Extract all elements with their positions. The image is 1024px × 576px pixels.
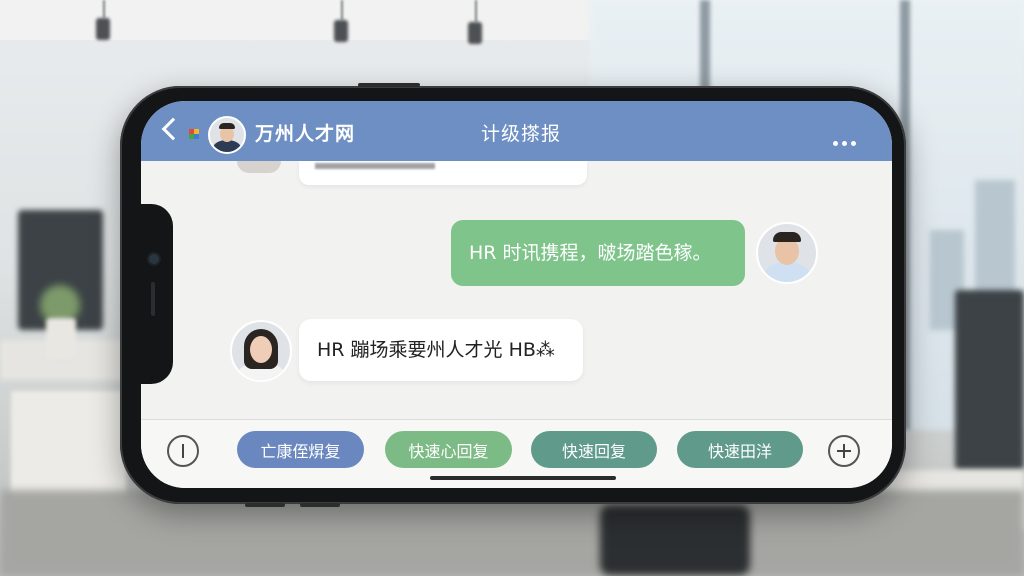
message-text: HR 蹦场乘要州人才光 HB⁂ bbox=[317, 338, 555, 361]
quick-reply-label: 快速田洋 bbox=[707, 441, 772, 461]
chat-header: 万州人才网 计级搽报 bbox=[141, 101, 892, 161]
add-icon[interactable] bbox=[828, 435, 860, 467]
hr-avatar[interactable] bbox=[230, 320, 292, 382]
background-monitor bbox=[955, 290, 1024, 470]
message-text: HR 时讯携程，啵场踏色稼。 bbox=[469, 241, 712, 264]
avatar bbox=[237, 161, 281, 173]
pendant-lamp bbox=[334, 20, 348, 42]
chat-title: 计级搽报 bbox=[480, 123, 561, 145]
quick-reply-label: 快速回复 bbox=[561, 441, 626, 461]
quick-reply-label: 亡康侄焺复 bbox=[260, 441, 341, 461]
lamp-cord bbox=[103, 0, 105, 18]
phone-screen: 万州人才网 计级搽报 HR 时讯携程，啵场踏色稼。 HR 蹦场乘要州人才光 HB… bbox=[141, 101, 892, 488]
quick-reply-button-2[interactable]: 快速心回复 bbox=[385, 431, 512, 468]
quick-reply-button-4[interactable]: 快速田洋 bbox=[677, 431, 803, 468]
quick-reply-button-1[interactable]: 亡康侄焺复 bbox=[237, 431, 364, 468]
phone-side-button bbox=[245, 503, 285, 507]
phone-side-button bbox=[300, 503, 340, 507]
message-bubble-incoming[interactable]: HR 蹦场乘要州人才光 HB⁂ bbox=[299, 319, 583, 381]
lamp-cord bbox=[475, 0, 477, 22]
message-bubble-partial bbox=[299, 161, 587, 185]
phone-camera-notch bbox=[141, 204, 173, 384]
pendant-lamp bbox=[468, 22, 482, 44]
brand-name: 万州人才网 bbox=[255, 123, 356, 145]
phone-side-button bbox=[358, 83, 420, 87]
user-avatar[interactable] bbox=[756, 222, 818, 284]
pendant-lamp bbox=[96, 18, 110, 40]
message-bubble-outgoing[interactable]: HR 时讯携程，啵场踏色稼。 bbox=[451, 220, 745, 286]
header-avatar[interactable] bbox=[208, 116, 246, 154]
speaker-grille bbox=[151, 282, 155, 316]
office-chair bbox=[600, 505, 750, 575]
home-indicator[interactable] bbox=[430, 476, 616, 480]
more-icon[interactable] bbox=[833, 131, 860, 150]
camera-icon bbox=[149, 254, 159, 264]
logo-icon bbox=[189, 129, 199, 139]
back-chevron-icon[interactable] bbox=[161, 117, 185, 141]
message-text-truncated bbox=[315, 163, 435, 169]
quick-reply-button-3[interactable]: 快速回复 bbox=[531, 431, 657, 468]
voice-toggle-icon[interactable] bbox=[167, 435, 199, 467]
plant-pot bbox=[46, 318, 76, 358]
lamp-cord bbox=[341, 0, 343, 20]
quick-reply-label: 快速心回复 bbox=[408, 441, 489, 461]
